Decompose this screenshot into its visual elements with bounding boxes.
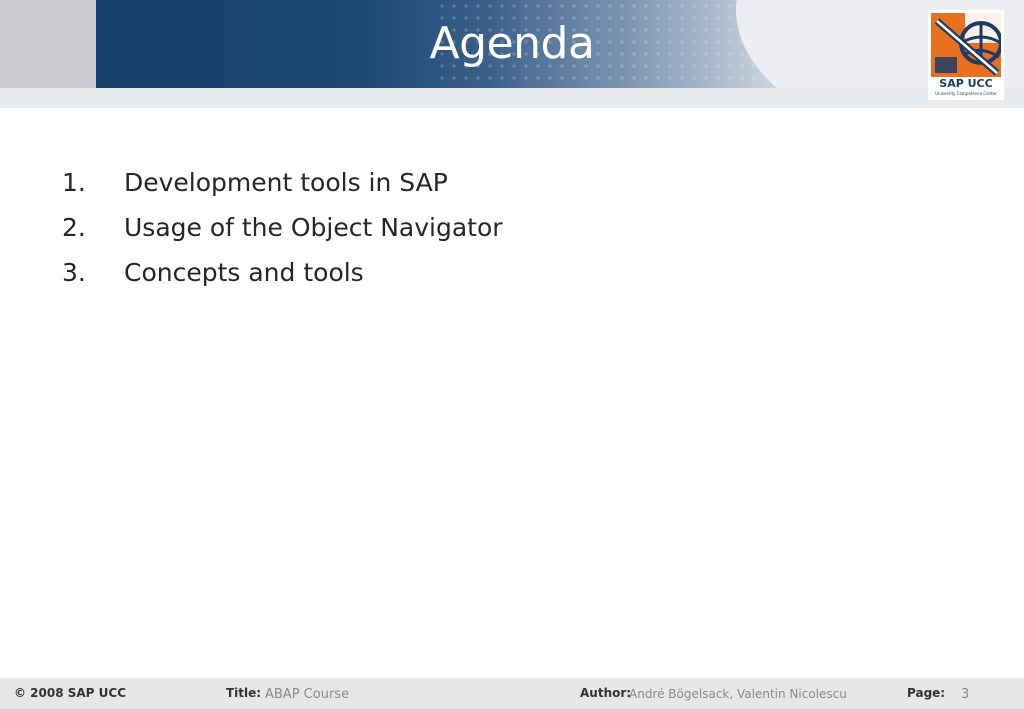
agenda-item-text: Development tools in SAP [124, 168, 448, 197]
logo-subtitle: University Competence Center [935, 91, 997, 96]
footer-page-number: 3 [961, 687, 970, 702]
footer-copyright: © 2008 SAP UCC [14, 686, 127, 700]
footer-title-label: Title: [226, 686, 262, 700]
agenda-list: 1. Development tools in SAP 2. Usage of … [62, 160, 503, 295]
agenda-item: 1. Development tools in SAP [62, 160, 503, 205]
agenda-item: 3. Concepts and tools [62, 250, 503, 295]
agenda-item-text: Concepts and tools [124, 258, 364, 287]
footer-bar: © 2008 SAP UCC Title: ABAP Course Author… [0, 678, 1024, 709]
footer-author-value: André Bögelsack, Valentin Nicolescu [629, 687, 847, 701]
slide-title: Agenda [429, 18, 595, 69]
logo-text: SAP UCC [939, 77, 993, 90]
agenda-item-number: 3. [62, 258, 86, 287]
agenda-item-number: 2. [62, 213, 86, 242]
agenda-item: 2. Usage of the Object Navigator [62, 205, 503, 250]
footer-title-value: ABAP Course [265, 687, 350, 702]
logo-icon [931, 13, 1001, 77]
agenda-item-number: 1. [62, 168, 86, 197]
footer-page-label: Page: [907, 686, 946, 700]
footer-author-label: Author: [580, 686, 632, 700]
sap-ucc-logo: SAP UCC University Competence Center [928, 10, 1004, 100]
agenda-item-text: Usage of the Object Navigator [124, 213, 503, 242]
